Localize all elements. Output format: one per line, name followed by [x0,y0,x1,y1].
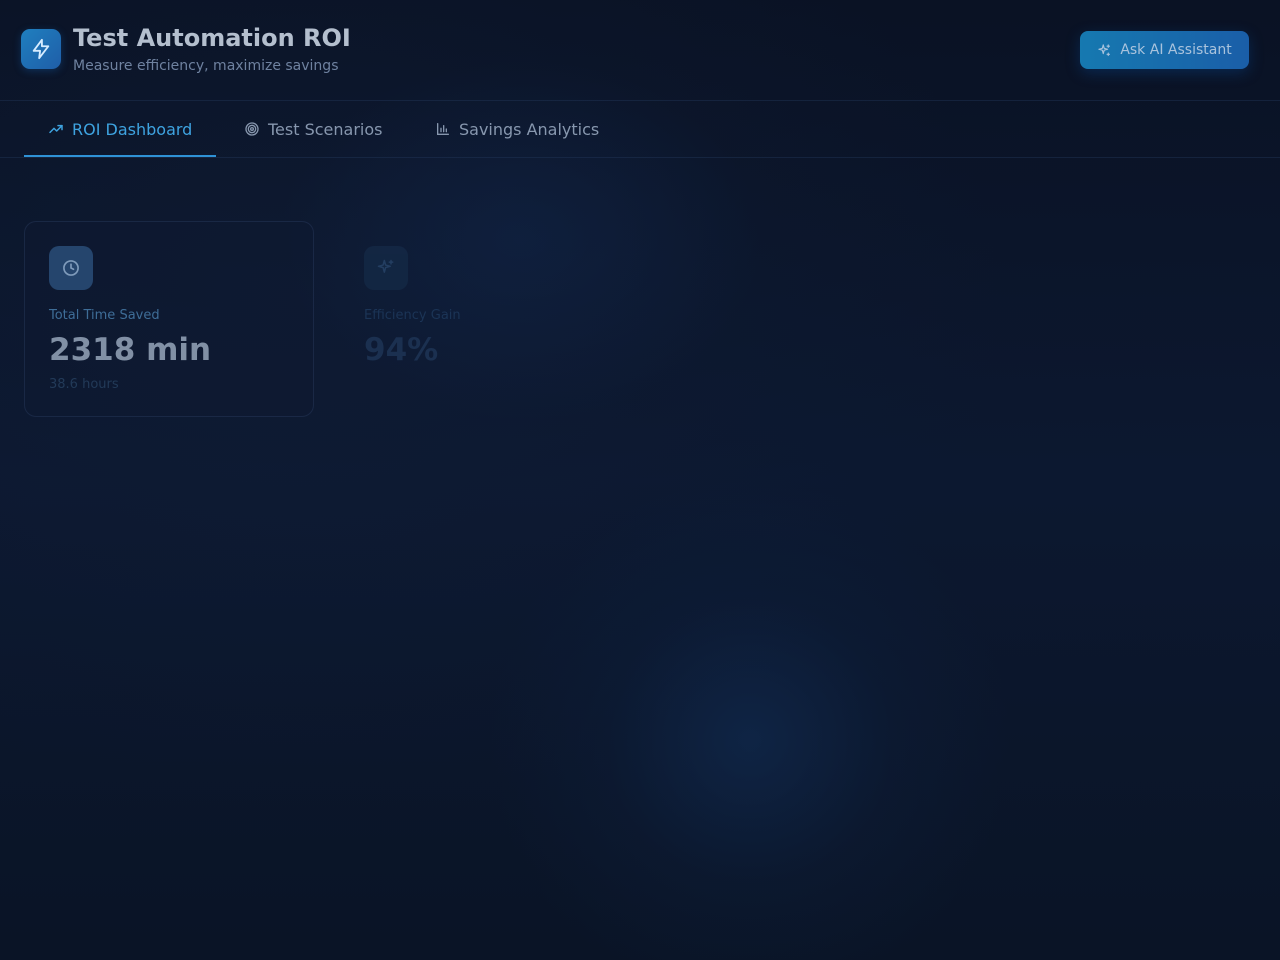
page-title: Test Automation ROI [73,24,351,52]
tab-roi-dashboard[interactable]: ROI Dashboard [24,101,216,157]
tab-savings-analytics-label: Savings Analytics [459,119,600,139]
card-label: Efficiency Gain [364,308,461,323]
lightning-bolt-icon [21,29,61,69]
total-time-saved-card: Total Time Saved 2318 min 38.6 hours [24,221,314,417]
tab-bar: ROI Dashboard Test Scenarios Savings Ana… [0,101,1280,158]
card-label: Total Time Saved [49,308,160,323]
tab-test-scenarios-label: Test Scenarios [268,119,383,139]
sparkles-icon [1097,43,1112,58]
efficiency-gain-card: Efficiency Gain 94% [339,221,629,417]
card-subvalue: 38.6 hours [49,377,119,392]
tab-roi-dashboard-label: ROI Dashboard [72,119,193,139]
ask-ai-assistant-button[interactable]: Ask AI Assistant [1080,31,1249,69]
card-value: 94% [364,332,439,368]
target-icon [244,121,260,137]
card-value: 2318 min [49,332,212,368]
tab-savings-analytics[interactable]: Savings Analytics [435,101,599,157]
ask-ai-assistant-label: Ask AI Assistant [1120,42,1232,58]
sparkles-icon [364,246,408,290]
page-subtitle: Measure efficiency, maximize savings [73,58,339,74]
app-header: Test Automation ROI Measure efficiency, … [0,0,1280,101]
bar-chart-icon [435,121,451,137]
clock-icon [49,246,93,290]
tab-test-scenarios[interactable]: Test Scenarios [244,101,382,157]
trending-up-icon [48,121,64,137]
